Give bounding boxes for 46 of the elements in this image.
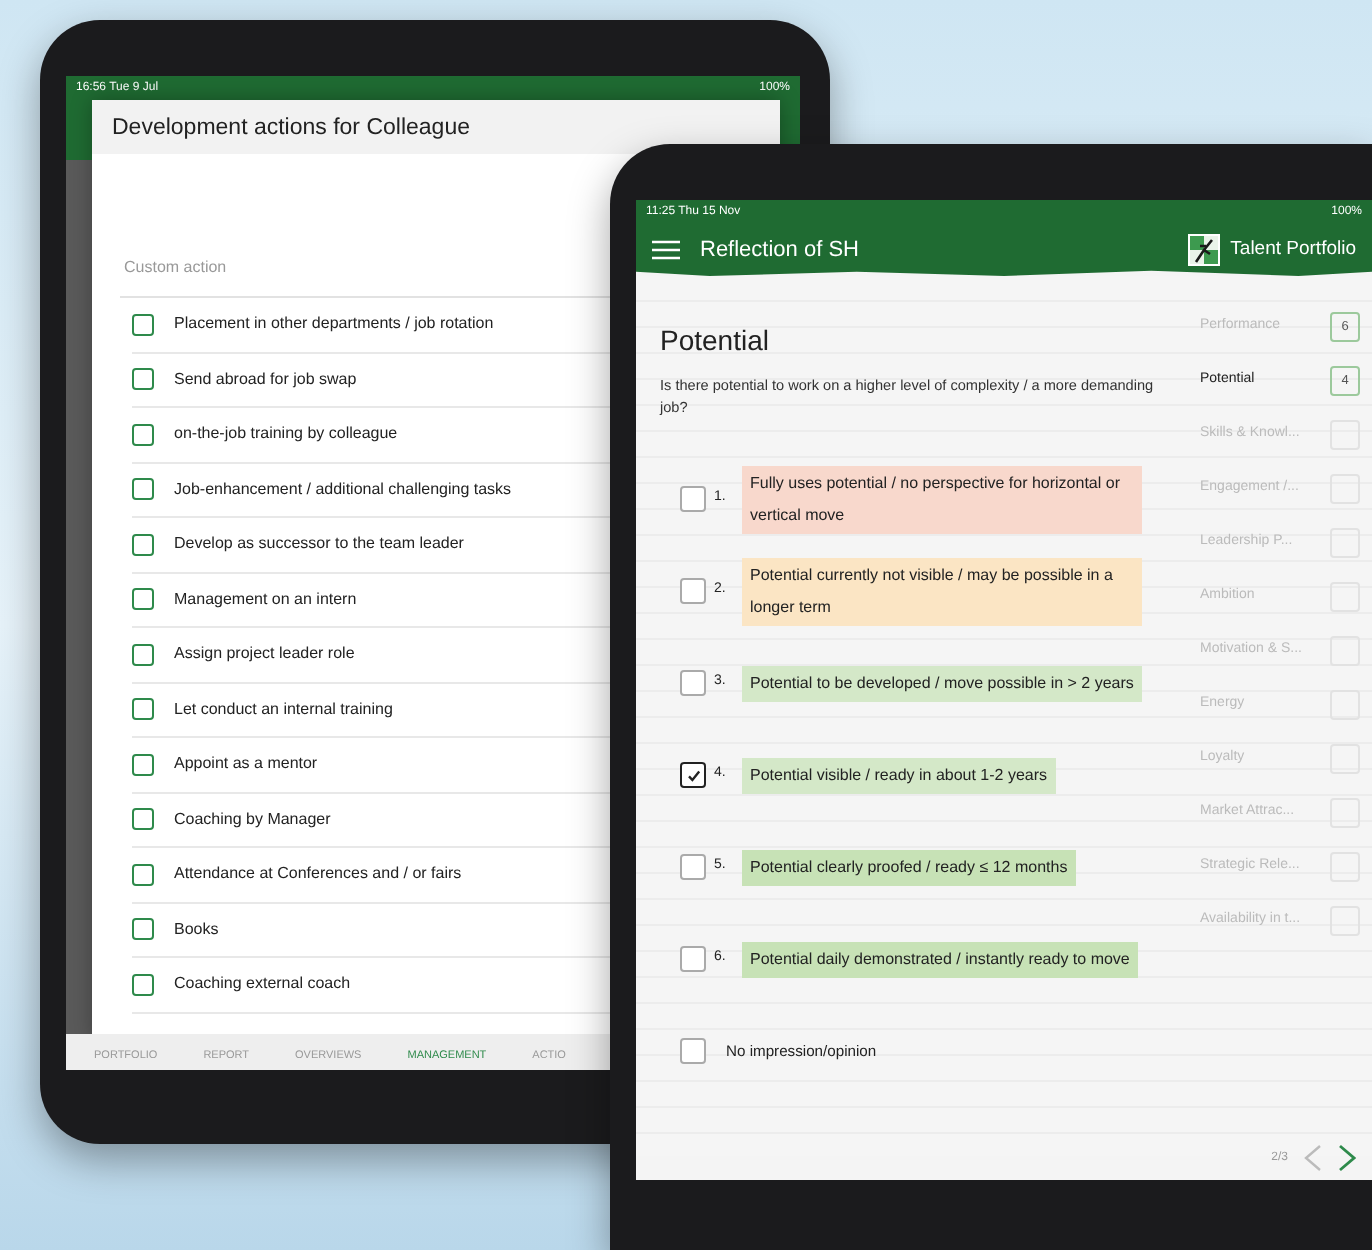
checkbox[interactable]	[132, 753, 154, 776]
checkbox[interactable]	[680, 670, 706, 697]
action-label: Let conduct an internal training	[174, 697, 393, 722]
checkbox[interactable]	[680, 762, 706, 789]
checkbox[interactable]	[132, 478, 154, 501]
checkbox[interactable]	[132, 643, 154, 666]
option-label[interactable]: Potential to be developed / move possible in > 2 years	[742, 665, 1142, 702]
brand-name: Talent Portfolio	[1230, 235, 1356, 264]
check-icon	[685, 767, 701, 784]
checkbox[interactable]	[132, 863, 154, 886]
action-label: Books	[174, 917, 219, 942]
action-label: Placement in other departments / job rotation	[174, 312, 494, 337]
checkbox[interactable]	[132, 973, 154, 996]
runner-logo-icon	[1188, 234, 1221, 266]
checkbox[interactable]	[680, 578, 706, 605]
action-label: Coaching by Manager	[174, 807, 331, 832]
checkbox[interactable]	[680, 946, 706, 973]
checkbox[interactable]	[132, 588, 154, 611]
menu-icon[interactable]	[652, 240, 680, 260]
option-label[interactable]: Fully uses potential / no perspective for horizontal or vertical move	[742, 465, 1142, 534]
action-label: Appoint as a mentor	[174, 752, 318, 777]
option-label[interactable]: Potential currently not visible / may be possible in a longer term	[742, 557, 1142, 626]
action-label: Coaching external coach	[174, 972, 351, 997]
action-label: on-the-job training by colleague	[174, 422, 398, 447]
checkbox[interactable]	[132, 918, 154, 941]
checkbox[interactable]	[132, 423, 154, 446]
checkbox[interactable]	[680, 1038, 706, 1065]
checkbox[interactable]	[680, 486, 706, 513]
checkbox[interactable]	[132, 808, 154, 831]
action-label: Management on an intern	[174, 587, 357, 612]
checkbox[interactable]	[680, 854, 706, 881]
checkbox[interactable]	[132, 313, 154, 336]
chevron-right-icon[interactable]	[1338, 1144, 1356, 1172]
action-label: Develop as successor to the team leader	[174, 532, 464, 557]
option-label[interactable]: Potential clearly proofed / ready ≤ 12 months	[742, 849, 1076, 886]
option-label[interactable]: Potential daily demonstrated / instantly ready to move	[742, 941, 1138, 978]
action-label: Assign project leader role	[174, 642, 355, 667]
action-label: Send abroad for job swap	[174, 367, 357, 392]
option-label[interactable]: Potential visible / ready in about 1-2 years	[742, 757, 1056, 794]
section-title: Potential	[660, 322, 771, 360]
checkbox[interactable]	[132, 533, 154, 556]
checkbox[interactable]	[132, 368, 154, 391]
checkbox[interactable]	[132, 698, 154, 721]
action-label: Attendance at Conferences and / or fairs	[174, 862, 462, 887]
dialog-title: Development actions for Colleague	[92, 100, 780, 154]
action-label: Job-enhancement / additional challenging tasks	[174, 477, 512, 502]
